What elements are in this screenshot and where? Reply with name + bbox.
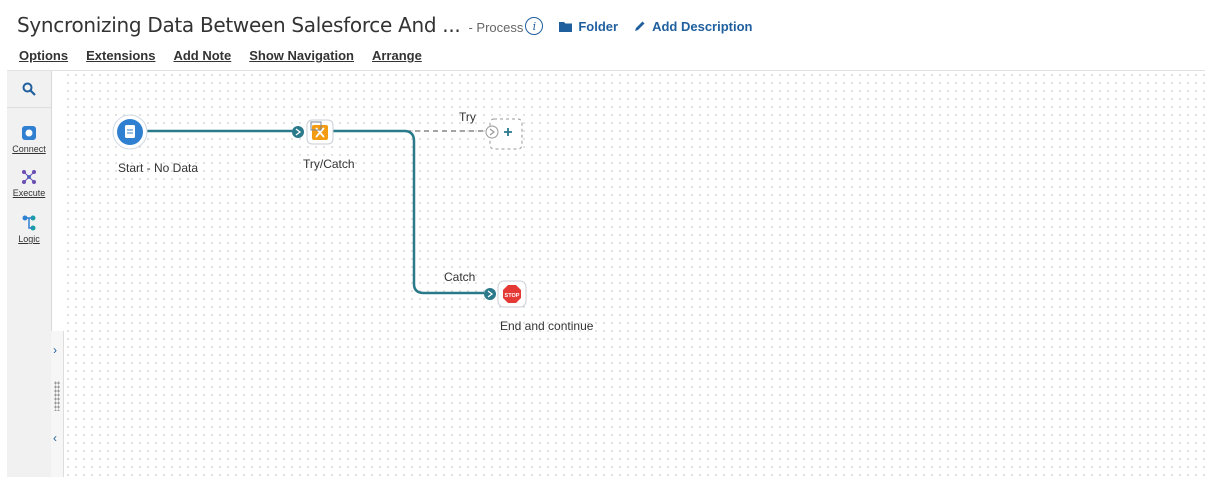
add-description-link[interactable]: Add Description bbox=[634, 18, 753, 34]
palette-execute-label: Execute bbox=[12, 188, 46, 198]
end-node-label: End and continue bbox=[500, 319, 594, 333]
logic-icon bbox=[22, 215, 36, 231]
stop-text: STOP bbox=[505, 293, 520, 299]
trycatch-node-label: Try/Catch bbox=[303, 157, 355, 171]
execute-icon bbox=[22, 170, 36, 184]
try-add-shape[interactable] bbox=[485, 118, 523, 150]
start-node-label: Start - No Data bbox=[118, 161, 199, 175]
menu-bar: Options Extensions Add Note Show Navigat… bbox=[19, 48, 422, 63]
shape-palette: Connect Execute Logic bbox=[7, 71, 52, 477]
palette-search[interactable] bbox=[7, 71, 51, 108]
add-description-label: Add Description bbox=[652, 18, 753, 34]
menu-extensions[interactable]: Extensions bbox=[86, 48, 155, 63]
connector-layer: STOP bbox=[112, 114, 527, 308]
process-canvas[interactable]: STOP Start - No Data Try/Catch Try Catch… bbox=[64, 71, 1205, 477]
menu-show-navigation[interactable]: Show Navigation bbox=[249, 48, 354, 63]
connect-icon bbox=[22, 126, 36, 140]
search-icon bbox=[22, 82, 36, 96]
catch-edge-label: Catch bbox=[444, 270, 476, 284]
connector-catch bbox=[330, 129, 484, 295]
menu-add-note[interactable]: Add Note bbox=[173, 48, 231, 63]
process-title[interactable]: Syncronizing Data Between Salesforce And… bbox=[17, 13, 461, 37]
info-icon[interactable]: i bbox=[525, 17, 544, 35]
menu-arrange[interactable]: Arrange bbox=[372, 48, 422, 63]
try-edge-label: Try bbox=[459, 110, 476, 124]
start-document-icon bbox=[125, 125, 135, 138]
palette-connect[interactable]: Connect bbox=[7, 125, 51, 154]
collapse-strip: › ‹ bbox=[51, 331, 64, 477]
menu-options[interactable]: Options bbox=[19, 48, 68, 63]
process-type: - Process bbox=[468, 19, 524, 35]
start-node[interactable] bbox=[112, 114, 148, 150]
collapse-icon[interactable]: ‹ bbox=[53, 431, 57, 445]
palette-connect-label: Connect bbox=[12, 144, 46, 154]
palette-logic-label: Logic bbox=[18, 234, 40, 244]
catch-input-dot bbox=[484, 288, 496, 300]
trycatch-node[interactable] bbox=[306, 119, 334, 145]
canvas-area: Connect Execute Logic › ‹ STOP Start - N… bbox=[7, 70, 1205, 477]
drag-handle[interactable] bbox=[54, 381, 60, 411]
folder-icon bbox=[559, 21, 573, 32]
title-bar: Syncronizing Data Between Salesforce And… bbox=[17, 10, 753, 40]
palette-logic[interactable]: Logic bbox=[7, 215, 51, 244]
end-node[interactable]: STOP bbox=[497, 280, 527, 308]
palette-execute[interactable]: Execute bbox=[7, 169, 51, 198]
trycatch-input-dot bbox=[292, 126, 304, 138]
pencil-icon bbox=[635, 21, 645, 31]
folder-link[interactable]: Folder bbox=[559, 19, 618, 34]
folder-label: Folder bbox=[578, 18, 619, 34]
expand-icon[interactable]: › bbox=[53, 343, 57, 357]
